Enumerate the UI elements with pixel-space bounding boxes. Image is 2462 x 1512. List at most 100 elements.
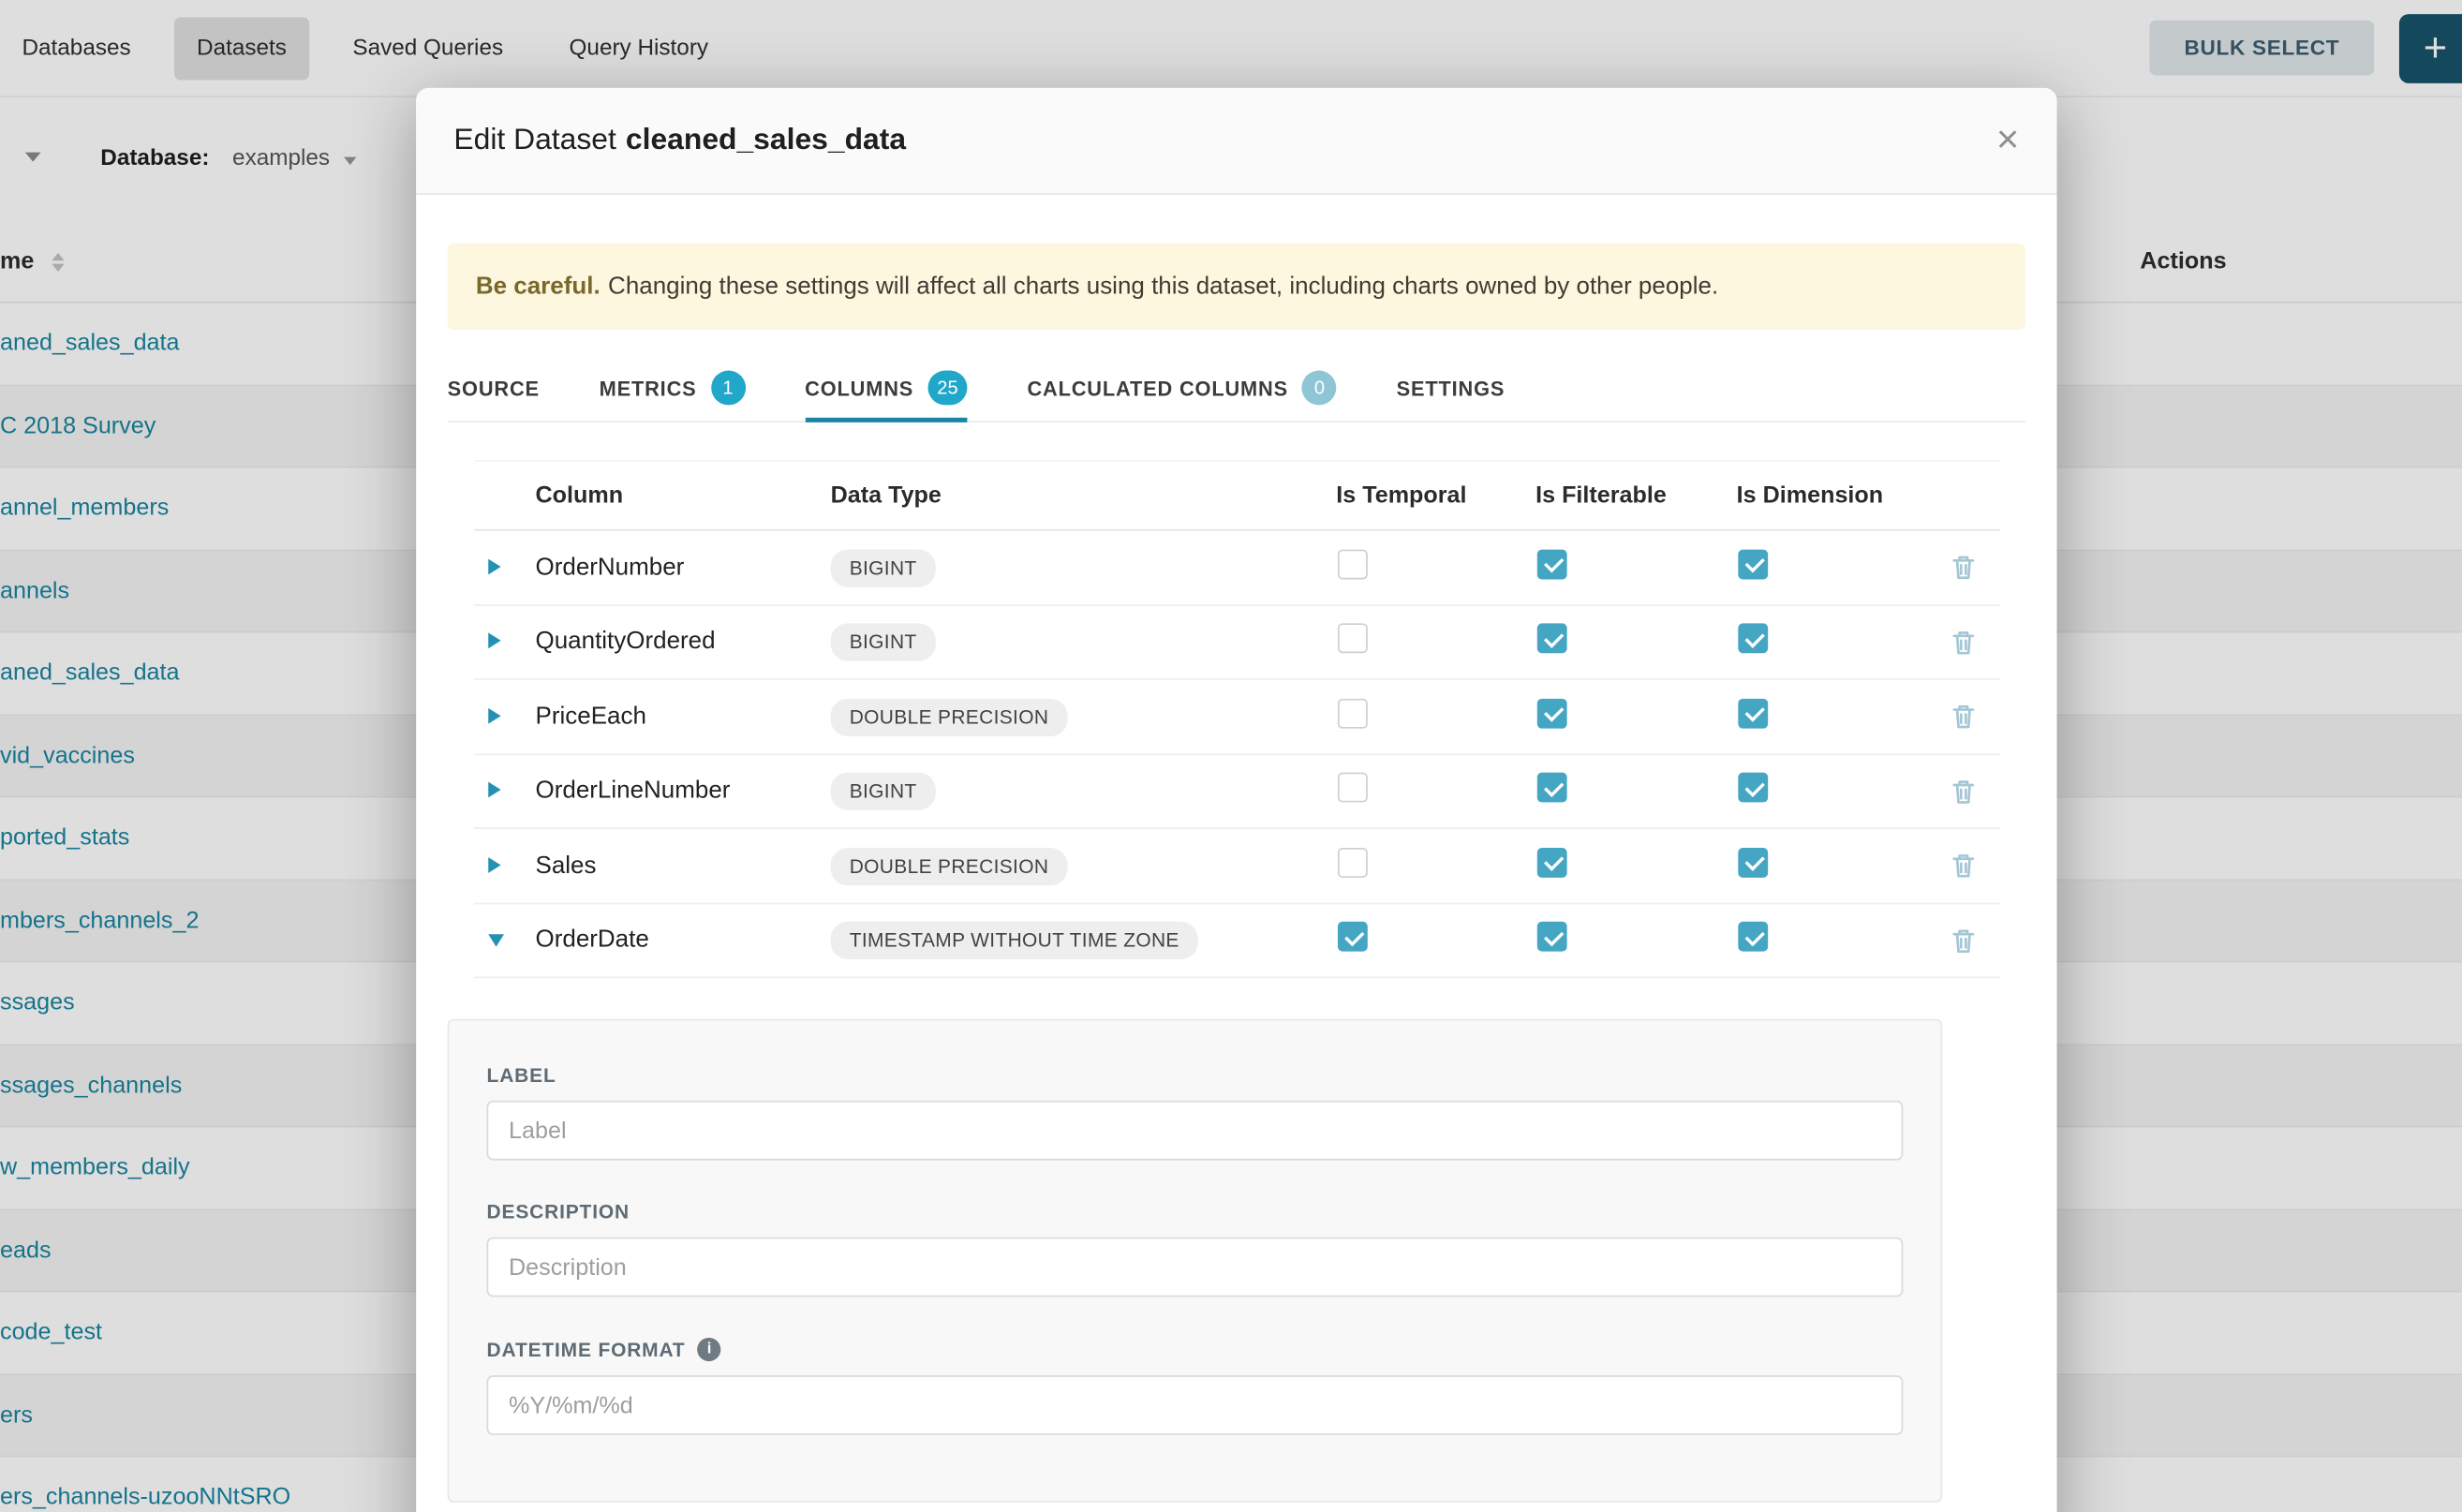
is-dimension-checkbox[interactable] (1738, 847, 1768, 877)
description-field-label-text: DESCRIPTION (487, 1202, 630, 1223)
modal-tabs: SOURCE METRICS 1 COLUMNS 25 CALCULATED C… (448, 355, 2025, 422)
edit-dataset-modal: Edit Dataset cleaned_sales_data × Be care… (416, 88, 2056, 1512)
is-dimension-checkbox[interactable] (1738, 623, 1768, 653)
tab-source[interactable]: SOURCE (448, 355, 540, 421)
datetime-format-input[interactable] (487, 1376, 1904, 1436)
is-dimension-checkbox[interactable] (1738, 549, 1768, 579)
data-type-badge: TIMESTAMP WITHOUT TIME ZONE (831, 922, 1198, 959)
column-name: OrderNumber (536, 554, 831, 582)
description-field-label: DESCRIPTION (487, 1202, 1904, 1223)
tab-columns-label: COLUMNS (805, 377, 913, 400)
warning-bold-text: Be careful. (476, 274, 601, 300)
calculated-columns-count-badge: 0 (1302, 371, 1337, 406)
column-name: OrderDate (536, 926, 831, 955)
screen: Databases Datasets Saved Queries Query H… (0, 0, 2462, 1512)
columns-table: Column Data Type Is Temporal Is Filterab… (474, 460, 2000, 978)
expand-caret-icon[interactable] (488, 632, 500, 648)
tab-metrics[interactable]: METRICS 1 (600, 355, 746, 421)
tab-calculated-columns[interactable]: CALCULATED COLUMNS 0 (1027, 355, 1336, 421)
data-type-badge: BIGINT (831, 549, 936, 586)
warning-banner: Be careful. Changing these settings will … (448, 244, 2025, 331)
is-filterable-checkbox[interactable] (1537, 773, 1567, 803)
is-temporal-checkbox[interactable] (1338, 847, 1368, 877)
column-row: Sales DOUBLE PRECISION (474, 829, 2000, 904)
delete-column-button[interactable] (1951, 629, 2000, 655)
tab-columns[interactable]: COLUMNS 25 (805, 355, 968, 421)
columns-count-badge: 25 (927, 371, 968, 406)
expand-caret-icon[interactable] (488, 707, 500, 723)
metrics-count-badge: 1 (711, 371, 746, 406)
is-filterable-checkbox[interactable] (1537, 623, 1567, 653)
datetime-format-field-group: DATETIME FORMAT i (487, 1338, 1904, 1435)
modal-title-dataset-name: cleaned_sales_data (626, 124, 906, 156)
column-row: PriceEach DOUBLE PRECISION (474, 680, 2000, 755)
warning-text: Changing these settings will affect all … (608, 274, 1718, 300)
data-type-badge: DOUBLE PRECISION (831, 847, 1068, 884)
trash-icon (1951, 555, 1975, 581)
header-is-dimension: Is Dimension (1737, 482, 1952, 509)
is-temporal-checkbox[interactable] (1338, 773, 1368, 803)
column-name: OrderLineNumber (536, 778, 831, 806)
column-name: PriceEach (536, 703, 831, 731)
trash-icon (1951, 778, 1975, 804)
is-filterable-checkbox[interactable] (1537, 922, 1567, 952)
column-row: QuantityOrdered BIGINT (474, 606, 2000, 681)
delete-column-button[interactable] (1951, 927, 2000, 954)
modal-body: Be careful. Changing these settings will … (416, 244, 2056, 1504)
tab-metrics-label: METRICS (600, 377, 697, 400)
header-is-temporal: Is Temporal (1336, 482, 1535, 509)
is-dimension-checkbox[interactable] (1738, 922, 1768, 952)
is-filterable-checkbox[interactable] (1537, 549, 1567, 579)
label-input[interactable] (487, 1101, 1904, 1161)
column-row-expanded: OrderDate TIMESTAMP WITHOUT TIME ZONE (474, 904, 2000, 979)
data-type-badge: BIGINT (831, 623, 936, 660)
column-editor-panel: LABEL DESCRIPTION DATETIME FORMAT i (448, 1019, 1943, 1503)
tab-settings-label: SETTINGS (1397, 377, 1505, 400)
trash-icon (1951, 704, 1975, 730)
is-dimension-checkbox[interactable] (1738, 773, 1768, 803)
delete-column-button[interactable] (1951, 555, 2000, 581)
description-field-group: DESCRIPTION (487, 1202, 1904, 1297)
tab-settings[interactable]: SETTINGS (1397, 355, 1505, 421)
close-icon[interactable]: × (1996, 121, 2019, 160)
modal-title-prefix: Edit Dataset (453, 124, 616, 156)
tab-source-label: SOURCE (448, 377, 540, 400)
header-column: Column (536, 482, 831, 509)
tab-calculated-columns-label: CALCULATED COLUMNS (1027, 377, 1288, 400)
expand-caret-icon[interactable] (488, 856, 500, 872)
collapse-caret-icon[interactable] (488, 934, 504, 946)
is-temporal-checkbox[interactable] (1338, 623, 1368, 653)
modal-title: Edit Dataset cleaned_sales_data (453, 124, 906, 158)
info-icon[interactable]: i (698, 1338, 721, 1361)
trash-icon (1951, 927, 1975, 954)
header-data-type: Data Type (831, 482, 1337, 509)
modal-header: Edit Dataset cleaned_sales_data × (416, 88, 2056, 195)
delete-column-button[interactable] (1951, 852, 2000, 879)
label-field-group: LABEL (487, 1065, 1904, 1161)
expand-caret-icon[interactable] (488, 558, 500, 574)
data-type-badge: BIGINT (831, 773, 936, 810)
delete-column-button[interactable] (1951, 778, 2000, 804)
delete-column-button[interactable] (1951, 704, 2000, 730)
is-temporal-checkbox[interactable] (1338, 549, 1368, 579)
columns-table-header: Column Data Type Is Temporal Is Filterab… (474, 460, 2000, 530)
datetime-format-label-text: DATETIME FORMAT (487, 1339, 686, 1360)
is-filterable-checkbox[interactable] (1537, 698, 1567, 728)
data-type-badge: DOUBLE PRECISION (831, 698, 1068, 735)
is-filterable-checkbox[interactable] (1537, 847, 1567, 877)
trash-icon (1951, 629, 1975, 655)
column-row: OrderNumber BIGINT (474, 531, 2000, 606)
column-name: QuantityOrdered (536, 628, 831, 656)
description-input[interactable] (487, 1238, 1904, 1297)
trash-icon (1951, 852, 1975, 879)
column-name: Sales (536, 852, 831, 880)
column-row: OrderLineNumber BIGINT (474, 755, 2000, 830)
expand-caret-icon[interactable] (488, 782, 500, 798)
label-field-label-text: LABEL (487, 1065, 556, 1087)
is-temporal-checkbox[interactable] (1338, 698, 1368, 728)
label-field-label: LABEL (487, 1065, 1904, 1087)
is-temporal-checkbox[interactable] (1338, 922, 1368, 952)
datetime-format-field-label: DATETIME FORMAT i (487, 1338, 1904, 1361)
header-is-filterable: Is Filterable (1535, 482, 1737, 509)
is-dimension-checkbox[interactable] (1738, 698, 1768, 728)
